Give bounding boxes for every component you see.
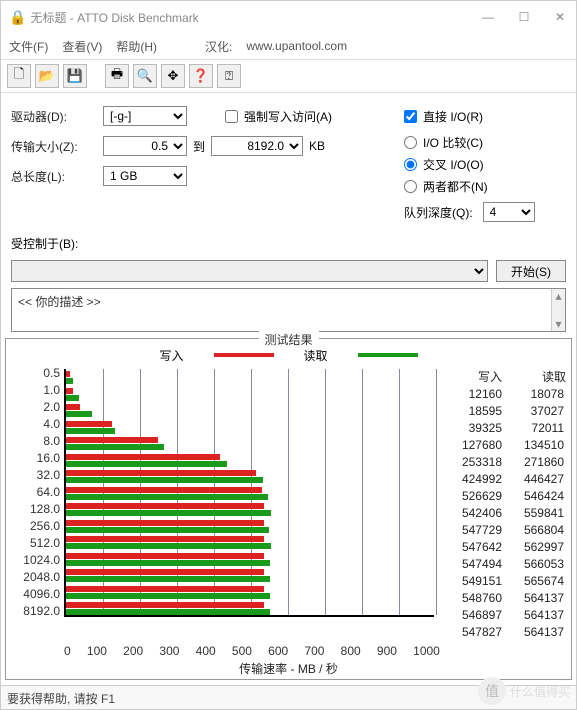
app-icon: 🔒 xyxy=(9,9,26,26)
watermark: 值 什么值得买 xyxy=(478,677,570,705)
drive-select[interactable]: [-g-] xyxy=(103,106,187,126)
y-axis-labels: 0.51.02.04.08.016.032.064.0128.0256.0512… xyxy=(10,365,64,642)
close-button[interactable]: ✕ xyxy=(552,10,568,24)
results-title: 测试结果 xyxy=(258,331,318,348)
translation-link[interactable]: www.upantool.com xyxy=(246,39,347,53)
size-to-label: 到 xyxy=(193,138,205,155)
watermark-icon: 值 xyxy=(478,677,506,705)
window-title: 无标题 - ATTO Disk Benchmark xyxy=(30,9,480,26)
maximize-button[interactable]: ☐ xyxy=(516,10,532,24)
menu-view[interactable]: 查看(V) xyxy=(62,38,102,55)
x-axis-label: 传输速率 - MB / 秒 xyxy=(10,660,567,677)
direct-io-checkbox[interactable] xyxy=(404,110,417,123)
direct-io-label: 直接 I/O(R) xyxy=(423,108,483,125)
force-write-checkbox[interactable] xyxy=(225,110,238,123)
start-button[interactable]: 开始(S) xyxy=(496,260,566,282)
size-to-select[interactable]: 8192.0 xyxy=(211,136,303,156)
col-write: 写入 xyxy=(448,368,502,385)
io-compare-radio[interactable] xyxy=(404,136,417,149)
force-write-label: 强制写入访问(A) xyxy=(244,108,332,125)
length-select[interactable]: 1 GB xyxy=(103,166,187,186)
queue-depth-select[interactable]: 4 xyxy=(483,202,535,222)
queue-depth-label: 队列深度(Q): xyxy=(404,204,473,221)
io-neither-radio[interactable] xyxy=(404,180,417,193)
size-unit: KB xyxy=(309,139,325,153)
legend-write-label: 写入 xyxy=(159,347,183,364)
preview-button[interactable]: 🔍 xyxy=(133,64,157,88)
legend-write-mark xyxy=(214,353,274,357)
legend-read-mark xyxy=(358,353,418,357)
io-overlap-radio[interactable] xyxy=(404,158,417,171)
description-box[interactable]: << 你的描述 >> ▴▾ xyxy=(11,288,566,332)
io-compare-label: I/O 比较(C) xyxy=(423,134,483,151)
value-table: 1216018078185953702739325720111276801345… xyxy=(448,387,566,642)
legend-read-label: 读取 xyxy=(304,347,328,364)
chart-plot xyxy=(64,369,434,617)
size-from-select[interactable]: 0.5 xyxy=(103,136,187,156)
translation-label: 汉化: xyxy=(205,38,232,55)
scrollbar[interactable]: ▴▾ xyxy=(551,289,565,331)
move-button[interactable]: ✥ xyxy=(161,64,185,88)
menu-file[interactable]: 文件(F) xyxy=(9,38,48,55)
io-neither-label: 两者都不(N) xyxy=(423,178,488,195)
print-button[interactable]: 🖶 xyxy=(105,64,129,88)
io-overlap-label: 交叉 I/O(O) xyxy=(423,156,484,173)
results-fieldset: 测试结果 写入 读取 0.51.02.04.08.016.032.064.012… xyxy=(5,338,572,680)
controlled-by-label: 受控制于(B): xyxy=(11,235,78,252)
new-button[interactable]: 🗋 xyxy=(7,64,31,88)
col-read: 读取 xyxy=(512,368,566,385)
help-context-button[interactable]: ❓ xyxy=(189,64,213,88)
drive-label: 驱动器(D): xyxy=(11,108,97,125)
menu-help[interactable]: 帮助(H) xyxy=(116,38,157,55)
x-axis-ticks: 01002003004005006007008009001000 xyxy=(10,644,440,658)
transfer-size-label: 传输大小(Z): xyxy=(11,138,97,155)
minimize-button[interactable]: — xyxy=(480,10,496,24)
save-button[interactable]: 💾 xyxy=(63,64,87,88)
whats-this-button[interactable]: ⍰ xyxy=(217,64,241,88)
open-button[interactable]: 📂 xyxy=(35,64,59,88)
controlled-by-select[interactable] xyxy=(11,260,488,282)
total-length-label: 总长度(L): xyxy=(11,168,97,185)
